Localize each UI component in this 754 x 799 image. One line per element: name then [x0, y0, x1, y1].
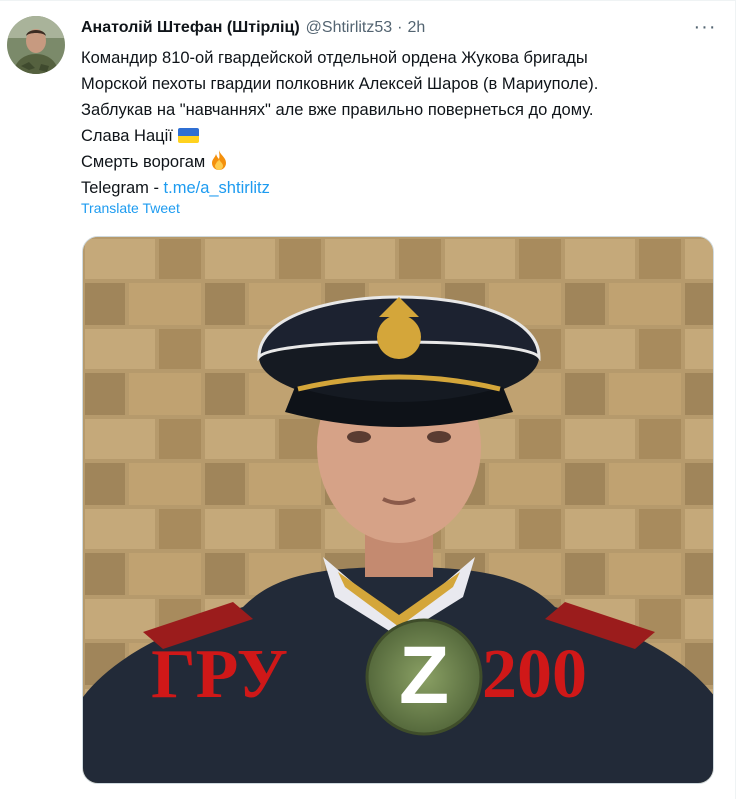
tweet-line: Командир 810-ой гвардейской отдельной ор… — [81, 49, 588, 67]
top-divider — [0, 0, 736, 1]
translate-tweet-link[interactable]: Translate Tweet — [81, 200, 180, 216]
overlay-text-gru: ГРУ — [151, 636, 288, 713]
author-name[interactable]: Анатолій Штефан (Штірліц) — [81, 19, 300, 37]
tweet-image[interactable]: ГРУ Z 200 — [82, 236, 714, 784]
telegram-prefix: Telegram - — [81, 179, 164, 197]
more-button[interactable]: ··· — [690, 14, 720, 40]
tweet-timestamp[interactable]: 2h — [408, 19, 426, 37]
separator-dot: · — [397, 19, 403, 36]
more-icon: ··· — [693, 15, 717, 38]
smert-text: Смерть ворогам — [81, 153, 206, 171]
tweet-header: Анатолій Штефан (Штірліц) @Shtirlitz53 ·… — [81, 16, 425, 40]
column-divider — [735, 0, 736, 799]
slava-text: Слава Нації — [81, 127, 173, 145]
telegram-link[interactable]: t.me/a_shtirlitz — [164, 179, 270, 197]
author-handle[interactable]: @Shtirlitz53 — [306, 19, 393, 37]
overlay-text-200: 200 — [482, 636, 587, 713]
telegram-line: Telegram - t.me/a_shtirlitz — [81, 175, 721, 201]
tweet-line: Заблукав на "навчаннях" але вже правильн… — [81, 101, 594, 119]
tweet-line: Морской пехоты гвардии полковник Алексей… — [81, 75, 599, 93]
avatar[interactable] — [7, 16, 65, 74]
smert-line: Смерть ворогам — [81, 149, 721, 175]
overlay-z-emblem: Z — [399, 630, 449, 721]
ukraine-flag-icon — [177, 128, 199, 143]
fire-icon — [212, 150, 227, 170]
slava-line: Слава Нації — [81, 123, 721, 149]
tweet-text: Командир 810-ой гвардейской отдельной ор… — [81, 45, 721, 201]
